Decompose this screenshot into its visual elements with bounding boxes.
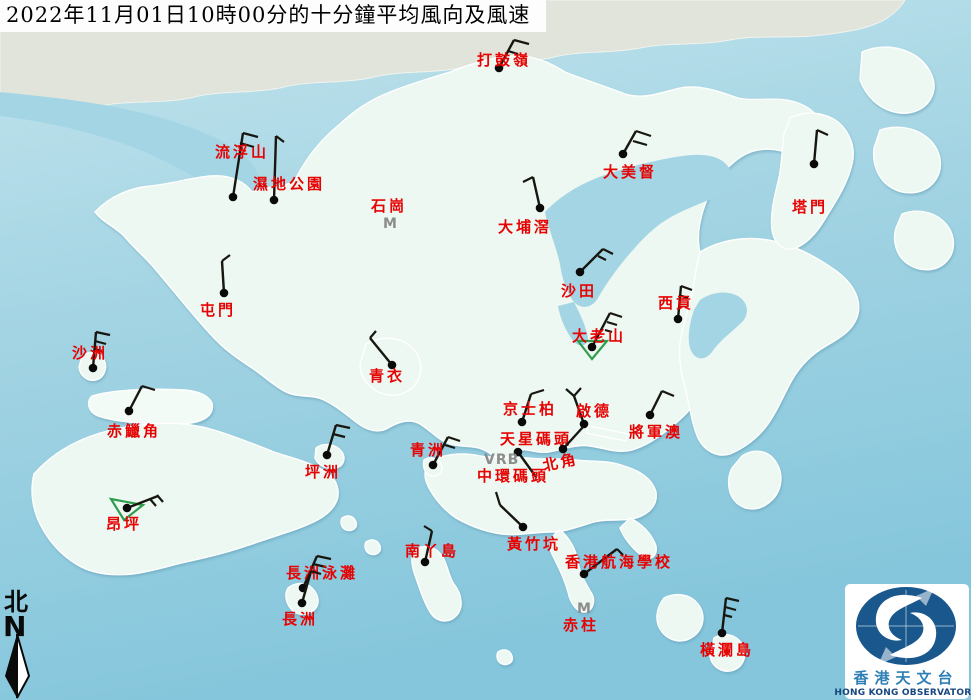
station-label: 橫瀾島: [700, 641, 754, 659]
station-label: 塔門: [792, 198, 828, 216]
station-label: 黃竹坑: [507, 535, 561, 553]
station-dot: [810, 160, 819, 169]
station-dot: [519, 523, 528, 532]
station-label: 石崗: [370, 197, 407, 215]
station-label: 打鼓嶺: [477, 51, 531, 69]
station-label: 沙洲: [72, 344, 108, 362]
missing-data-marker: M: [383, 216, 398, 232]
hko-logo: 香港天文台 HONG KONG OBSERVATORY: [834, 584, 971, 699]
station-label: 京士柏: [503, 400, 557, 418]
station-dot: [298, 599, 307, 608]
station-dot: [220, 289, 229, 298]
hk-wind-map: 打鼓嶺流浮山濕地公園石崗M大美督塔門大埔滘沙田屯門西貢沙洲大老山青衣赤鱲角京士柏…: [0, 0, 971, 700]
station-dot: [89, 364, 98, 373]
station-dot: [229, 193, 238, 202]
land-islet-3: [497, 650, 512, 665]
station-dot: [576, 268, 585, 277]
land-airport-platform: [89, 389, 213, 424]
station-label: 南丫島: [405, 542, 459, 560]
station-dot: [270, 196, 279, 205]
station-dot: [125, 407, 134, 416]
station-label: 青衣: [369, 367, 405, 385]
station-label: 將軍澳: [629, 423, 683, 441]
station-dot: [323, 451, 332, 460]
station-label: 赤鱲角: [107, 422, 161, 440]
station-dot: [646, 411, 655, 420]
station-label: 大美督: [603, 163, 657, 181]
station-label: 濕地公園: [253, 175, 325, 193]
hko-logo-name-en: HONG KONG OBSERVATORY: [834, 688, 971, 698]
station-label: 大老山: [572, 327, 626, 345]
station-label: 赤柱: [563, 616, 599, 634]
variable-wind-marker: VRB: [484, 452, 519, 468]
land-islet-1: [341, 516, 356, 531]
station-label: 西貢: [658, 294, 694, 312]
station-dot: [580, 420, 589, 429]
station-label: 啟德: [576, 402, 612, 420]
station-label: 香港航海學校: [565, 553, 673, 571]
weather-map-page: 打鼓嶺流浮山濕地公園石崗M大美督塔門大埔滘沙田屯門西貢沙洲大老山青衣赤鱲角京士柏…: [0, 0, 971, 700]
station-label: 大埔滘: [498, 218, 552, 236]
station-dot: [674, 315, 683, 324]
station-label: 坪洲: [305, 463, 341, 481]
station-dot: [536, 204, 545, 213]
station-label: 長洲泳灘: [286, 564, 358, 582]
station-dot: [123, 504, 132, 513]
station-label: 昂坪: [106, 515, 142, 533]
station-label: 屯門: [200, 301, 236, 319]
hko-logo-name-cn: 香港天文台: [853, 669, 958, 687]
compass-north-letter: N: [3, 610, 26, 643]
missing-data-marker: M: [577, 601, 592, 617]
land-islet-2: [365, 540, 380, 555]
station-dot: [619, 150, 628, 159]
station-label: 長洲: [282, 610, 318, 628]
station-dot: [518, 418, 527, 427]
station-label: 中環碼頭: [477, 467, 549, 485]
station-dot: [718, 629, 727, 638]
station-dot: [429, 461, 438, 470]
station-label: 流浮山: [215, 143, 269, 161]
station-label: 沙田: [561, 282, 597, 300]
map-title: 2022年11月01日10時00分的十分鐘平均風向及風速: [0, 0, 546, 32]
land-po-toi: [657, 595, 703, 641]
station-label: 青洲: [410, 441, 446, 459]
